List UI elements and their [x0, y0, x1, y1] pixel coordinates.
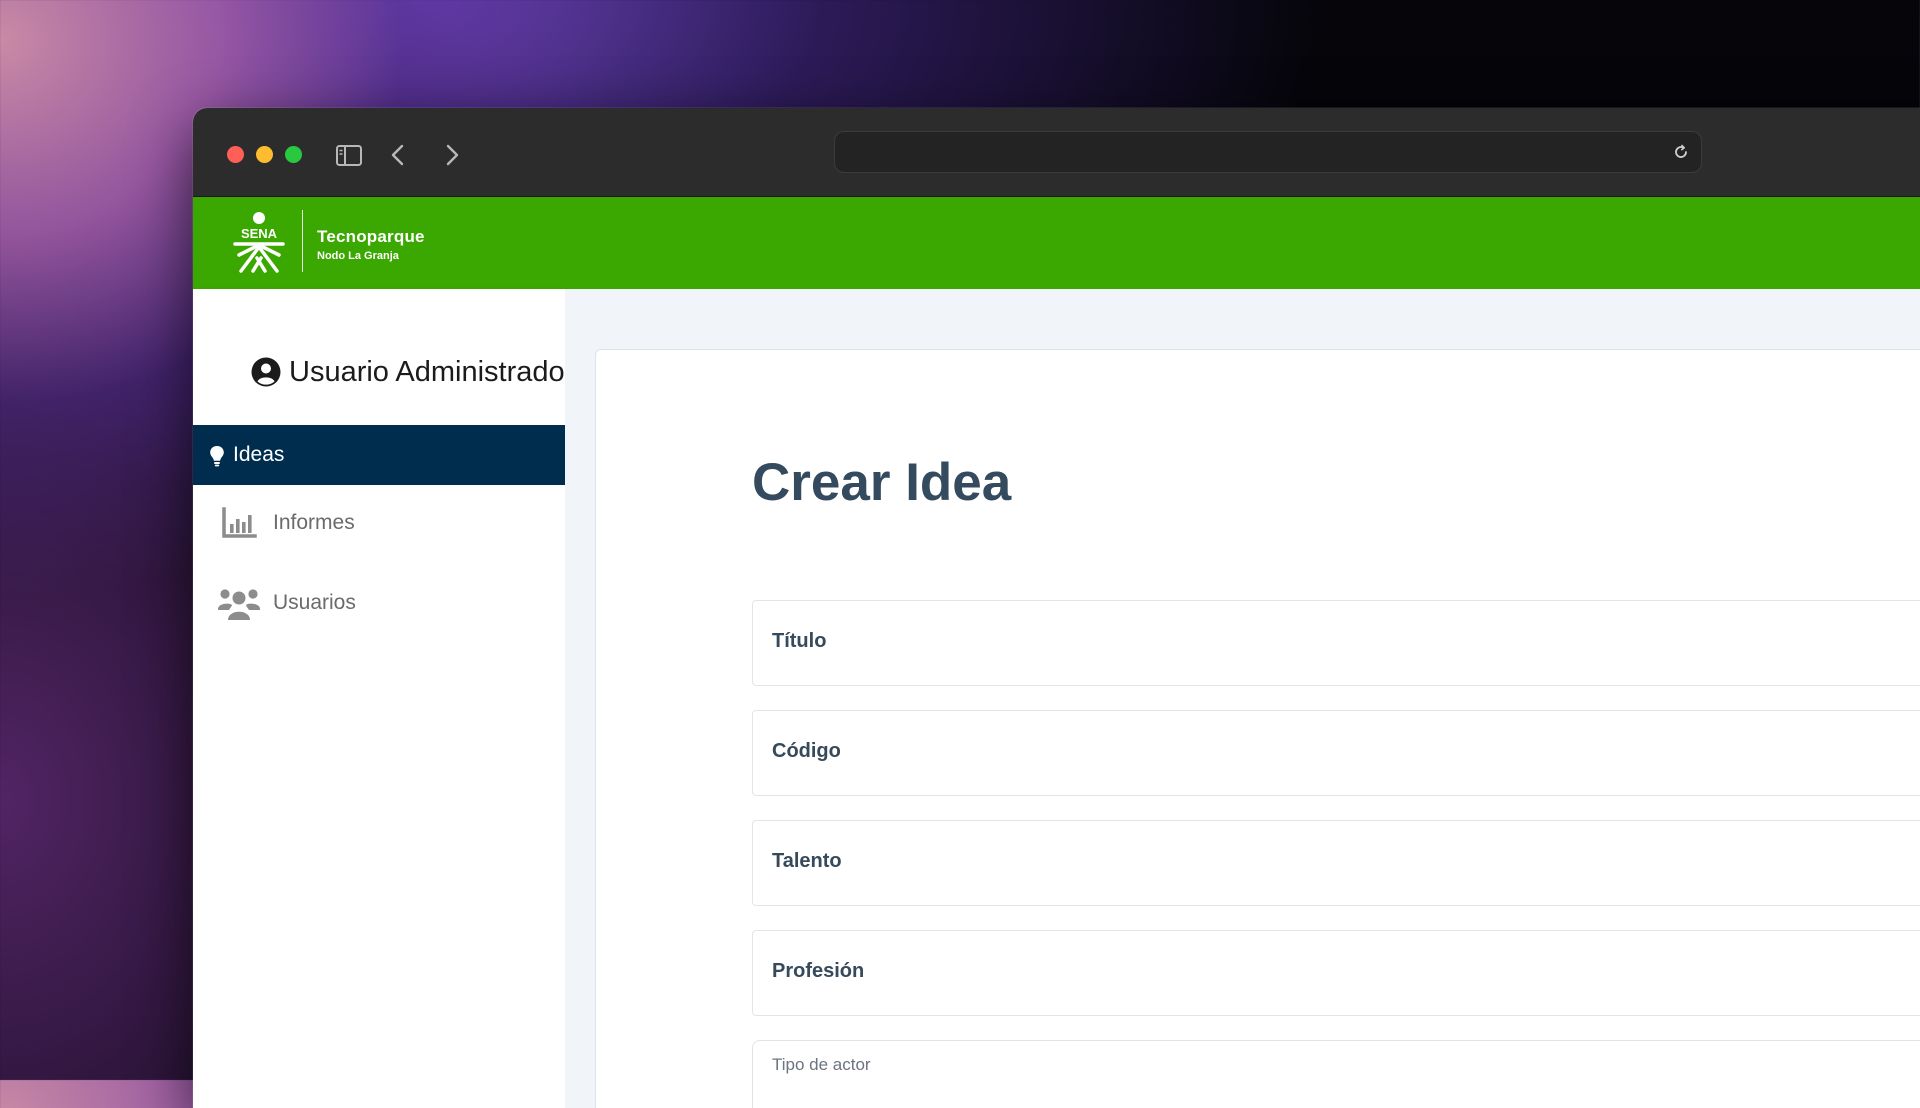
back-arrow-icon[interactable]	[383, 140, 413, 170]
main-content: Crear Idea Título Código Talento Profesi…	[565, 289, 1920, 1108]
app-header: SENA Tecnoparque Nodo La Granja	[193, 197, 1920, 289]
brand-title: Tecnoparque	[317, 227, 425, 246]
users-icon	[218, 589, 260, 620]
sidebar-item-usuarios[interactable]: Usuarios	[193, 573, 565, 633]
sena-logo[interactable]: SENA	[227, 211, 291, 273]
sidebar-toggle-icon[interactable]	[334, 140, 364, 170]
sidebar-item-label: Ideas	[233, 443, 285, 466]
talento-field[interactable]: Talento	[752, 820, 1920, 907]
address-bar[interactable]	[834, 131, 1702, 173]
lightbulb-icon	[210, 446, 224, 467]
forward-arrow-icon[interactable]	[437, 140, 467, 170]
sidebar-item-informes[interactable]: Informes	[193, 493, 565, 553]
browser-titlebar	[193, 108, 1920, 197]
profesion-field[interactable]: Profesión	[752, 930, 1920, 1017]
browser-window: SENA Tecnoparque Nodo La Granja Usuario …	[193, 108, 1920, 1108]
logo-text: SENA	[241, 226, 278, 241]
talento-input[interactable]	[753, 821, 1920, 907]
brand-subtitle: Nodo La Granja	[317, 250, 399, 262]
select-label: Tipo de actor	[772, 1055, 871, 1074]
user-profile[interactable]: Usuario Administrador	[251, 353, 565, 393]
profesion-input[interactable]	[753, 931, 1920, 1017]
tipo-actor-select[interactable]: Tipo de actor	[752, 1040, 1920, 1108]
minimize-window-button[interactable]	[256, 146, 273, 163]
user-circle-icon	[251, 357, 281, 387]
logo-divider	[302, 210, 303, 272]
user-name: Usuario Administrador	[289, 356, 565, 388]
sidebar-item-ideas[interactable]: Ideas	[193, 425, 565, 485]
codigo-input[interactable]	[753, 711, 1920, 797]
close-window-button[interactable]	[227, 146, 244, 163]
titulo-field[interactable]: Título	[752, 600, 1920, 687]
codigo-field[interactable]: Código	[752, 710, 1920, 797]
maximize-window-button[interactable]	[285, 146, 302, 163]
page-title: Crear Idea	[752, 453, 1012, 512]
bar-chart-icon	[222, 507, 257, 538]
titulo-input[interactable]	[753, 601, 1920, 687]
sidebar-item-label: Informes	[273, 511, 355, 534]
sidebar-item-label: Usuarios	[273, 591, 356, 614]
reload-icon[interactable]	[1671, 142, 1691, 162]
form-card: Crear Idea Título Código Talento Profesi…	[595, 349, 1920, 1108]
sidebar: Usuario Administrador Ideas Informes Usu…	[193, 289, 565, 1108]
